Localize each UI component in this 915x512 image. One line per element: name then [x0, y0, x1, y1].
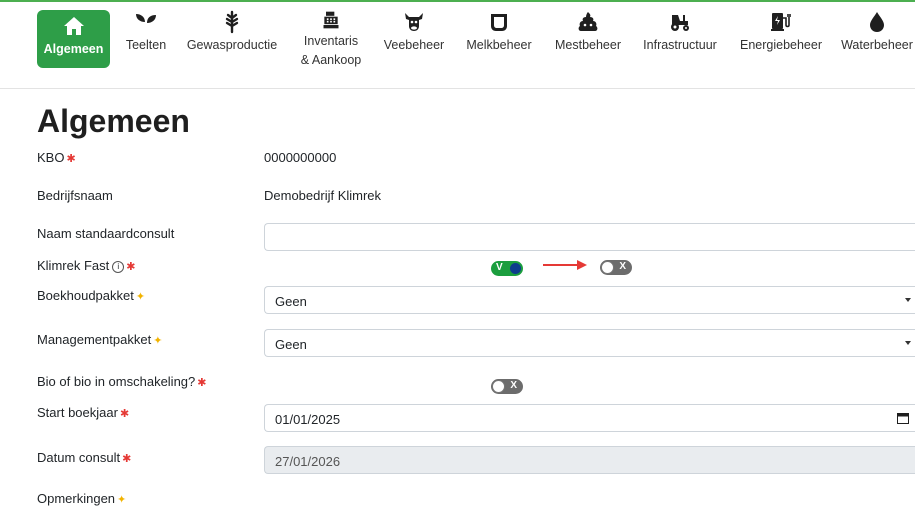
managementpakket-label: Managementpakket ✦ [37, 332, 162, 347]
nav-item-waterbeheer[interactable]: Waterbeheer [838, 10, 915, 70]
klimrek-fast-label: Klimrek Fast i ✱ [37, 258, 135, 273]
nav-label: Veebeheer [383, 38, 445, 52]
toggle-knob [510, 263, 521, 274]
nav-label: Teelten [125, 38, 167, 52]
start-boekjaar-date-input[interactable]: 01/01/2025 [264, 404, 915, 432]
nav-label: Algemeen [43, 42, 104, 56]
start-boekjaar-label: Start boekjaar ✱ [37, 405, 129, 420]
tractor-icon [671, 15, 689, 31]
wheat-icon [225, 10, 239, 34]
seedling-icon [136, 14, 156, 31]
managementpakket-value: Geen [275, 337, 307, 352]
opmerkingen-label-text: Opmerkingen [37, 491, 116, 506]
opmerkingen-label: Opmerkingen ✦ [37, 491, 126, 506]
home-icon [63, 17, 84, 35]
klimrek-fast-label-text: Klimrek Fast [37, 258, 110, 273]
required-marker: ✱ [122, 453, 132, 465]
start-boekjaar-value: 01/01/2025 [275, 412, 341, 427]
nav-item-energiebeheer[interactable]: Energiebeheer [736, 10, 826, 70]
kbo-label: KBO ✱ [37, 150, 76, 165]
toggle-off-text: X [510, 380, 517, 391]
nav-label: Mestbeheer [554, 38, 621, 52]
milk-tank-icon [491, 14, 507, 31]
boekhoudpakket-label: Boekhoudpakket ✦ [37, 288, 145, 303]
nav-label: Infrastructuur [643, 38, 717, 52]
nav-label: Energiebeheer [739, 38, 822, 52]
optional-marker: ✦ [135, 291, 146, 303]
nav-label: Waterbeheer [841, 38, 913, 52]
start-boekjaar-label-text: Start boekjaar [37, 405, 118, 420]
managementpakket-label-text: Managementpakket [37, 332, 152, 347]
bio-label-text: Bio of bio in omschakeling? [37, 374, 196, 389]
water-drop-icon [870, 12, 884, 32]
required-marker: ✱ [197, 377, 207, 389]
managementpakket-select[interactable]: Geen [264, 329, 915, 357]
kbo-label-text: KBO [37, 150, 65, 165]
toggle-knob [601, 261, 614, 274]
toggle-off-text: X [619, 261, 626, 272]
toggle-on-text: V [496, 262, 503, 273]
bio-label: Bio of bio in omschakeling? ✱ [37, 374, 206, 389]
kbo-value: 0000000000 [264, 150, 337, 165]
required-marker: ✱ [66, 153, 76, 165]
bedrijfsnaam-value: Demobedrijf Klimrek [264, 188, 382, 203]
klimrek-fast-toggle-off[interactable]: X [600, 260, 632, 275]
cash-register-icon [323, 11, 339, 29]
bedrijfsnaam-label: Bedrijfsnaam [37, 188, 113, 203]
nav-label: Gewasproductie [186, 38, 278, 52]
toggle-knob [492, 380, 505, 393]
nav-item-veebeheer[interactable]: Veebeheer [381, 10, 447, 70]
nav-item-gewasproductie[interactable]: Gewasproductie [184, 10, 280, 70]
manure-icon [578, 12, 598, 31]
charging-station-icon [771, 13, 791, 31]
boekhoudpakket-label-text: Boekhoudpakket [37, 288, 134, 303]
nav-item-melkbeheer[interactable]: Melkbeheer [461, 10, 537, 70]
boekhoudpakket-select[interactable]: Geen [264, 286, 915, 314]
naam-standaardconsult-label: Naam standaardconsult [37, 226, 175, 241]
required-marker: ✱ [119, 408, 130, 420]
nav-item-infrastructuur[interactable]: Infrastructuur [638, 10, 722, 70]
required-marker: ✱ [126, 261, 136, 273]
nav-label-line2: & Aankoop [300, 53, 362, 67]
cow-icon [405, 13, 423, 31]
calendar-icon[interactable] [897, 412, 909, 424]
nav-label: Inventaris [303, 34, 359, 48]
datum-consult-label: Datum consult ✱ [37, 450, 131, 465]
nav-item-algemeen[interactable]: Algemeen [37, 10, 110, 68]
nav-label: Melkbeheer [466, 38, 532, 52]
main-navbar: Algemeen Teelten Gewasproductie Inventar… [0, 2, 915, 89]
klimrek-fast-toggle-on[interactable]: V [491, 261, 523, 276]
datum-consult-label-text: Datum consult [37, 450, 121, 465]
red-arrow-icon [543, 260, 587, 270]
naam-standaardconsult-input[interactable] [264, 223, 915, 251]
datum-consult-value: 27/01/2026 [275, 454, 341, 469]
bio-toggle[interactable]: X [491, 379, 523, 394]
nav-item-mestbeheer[interactable]: Mestbeheer [551, 10, 625, 70]
info-icon[interactable]: i [112, 261, 125, 273]
nav-item-teelten[interactable]: Teelten [120, 10, 172, 70]
chevron-down-icon [905, 298, 911, 302]
boekhoudpakket-value: Geen [275, 294, 307, 309]
optional-marker: ✦ [117, 494, 127, 506]
nav-item-inventaris[interactable]: Inventaris & Aankoop [293, 10, 369, 70]
datum-consult-input: 27/01/2026 [264, 446, 915, 474]
optional-marker: ✦ [153, 335, 163, 347]
chevron-down-icon [905, 341, 911, 345]
page-title: Algemeen [37, 103, 190, 139]
